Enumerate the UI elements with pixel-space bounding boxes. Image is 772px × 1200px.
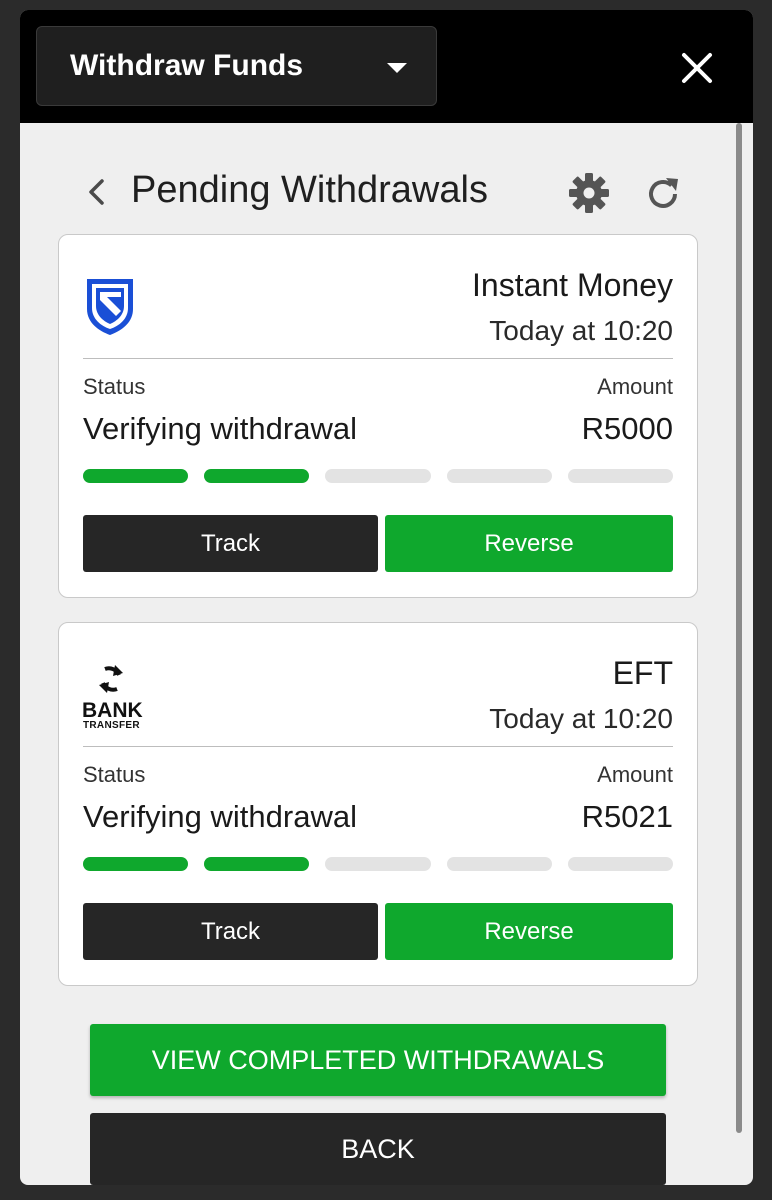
withdrawal-card: Instant Money Today at 10:20 Status Amou… [58,234,698,598]
back-button[interactable]: BACK [90,1113,666,1185]
bank-logo-text: BANK [82,699,143,722]
gear-icon[interactable] [567,171,611,215]
progress-step-pending [567,469,674,483]
progress-step-pending [325,469,431,483]
amount-label: Amount [597,374,673,399]
withdrawal-card: BANK TRANSFER EFT Today at 10:20 Status … [58,622,698,986]
divider [83,358,673,359]
divider [83,746,673,747]
progress-step-pending [325,857,431,871]
transfer-arrows-icon [99,665,123,693]
progress-step-pending [446,857,552,871]
status-label: Status [83,762,146,787]
progress-step-complete [204,469,310,483]
track-button[interactable]: Track [83,515,378,572]
progress-bar [83,857,674,871]
withdrawal-time: Today at 10:20 [489,315,673,346]
chevron-down-icon [387,63,407,73]
bank-transfer-icon: BANK TRANSFER [82,663,143,731]
view-completed-withdrawals-button[interactable]: VIEW COMPLETED WITHDRAWALS [90,1024,666,1096]
amount-value: R5021 [581,799,673,834]
scrollbar[interactable] [736,123,742,1133]
dropdown-label: Withdraw Funds [70,49,304,82]
status-value: Verifying withdrawal [83,799,357,834]
shield-bank-icon [87,279,133,335]
progress-step-pending [446,469,552,483]
progress-step-pending [567,857,674,871]
top-bar: Withdraw Funds [20,10,753,123]
progress-bar [83,469,674,483]
withdraw-funds-dropdown[interactable]: Withdraw Funds [36,26,437,106]
page-header: Pending Withdrawals [20,123,736,241]
transfer-logo-text: TRANSFER [83,720,140,731]
progress-step-complete [83,857,189,871]
reverse-button[interactable]: Reverse [385,903,673,960]
withdrawal-method: EFT [612,655,673,691]
reverse-button[interactable]: Reverse [385,515,673,572]
withdraw-panel: Withdraw Funds Pending Withdrawals Insta… [20,10,753,1185]
back-chevron-icon[interactable] [82,175,110,209]
amount-value: R5000 [581,411,673,446]
progress-step-complete [83,469,189,483]
refresh-icon[interactable] [642,173,684,215]
track-button[interactable]: Track [83,903,378,960]
withdrawal-method: Instant Money [472,267,673,303]
status-value: Verifying withdrawal [83,411,357,446]
close-icon[interactable] [675,46,719,90]
amount-label: Amount [597,762,673,787]
status-label: Status [83,374,146,399]
withdrawal-time: Today at 10:20 [489,703,673,734]
page-title: Pending Withdrawals [131,169,488,211]
progress-step-complete [204,857,310,871]
